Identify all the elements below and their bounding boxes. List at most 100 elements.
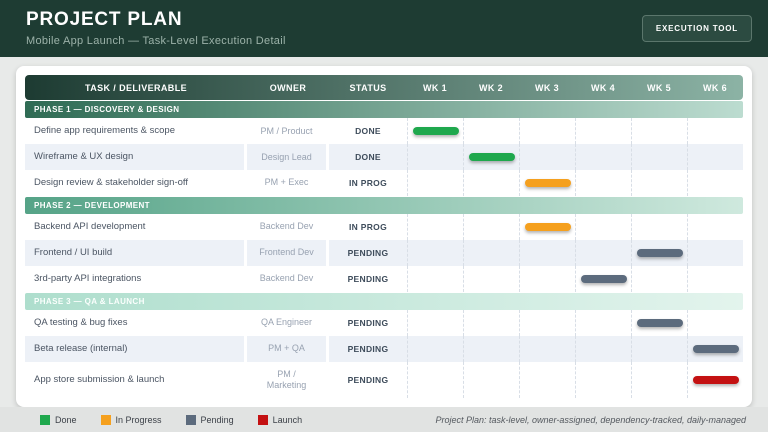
week-cell-6 xyxy=(687,169,743,196)
week-cell-4 xyxy=(575,361,631,399)
task-status: PENDING xyxy=(347,374,389,385)
week-cell-4 xyxy=(575,335,631,362)
task-name: Design review & stakeholder sign-off xyxy=(25,169,247,196)
week-cell-6 xyxy=(687,335,743,362)
legend-item-in_progress: In Progress xyxy=(100,414,162,425)
week-cell-1 xyxy=(407,361,463,399)
legend-swatch-pending xyxy=(185,414,196,425)
week-cell-5 xyxy=(631,309,687,336)
task-row: Backend API development Backend Dev IN PRO… xyxy=(25,213,743,240)
week-cell-5 xyxy=(631,335,687,362)
task-status: PENDING xyxy=(347,273,389,284)
phase-header-2: PHASE 2 — DEVELOPMENT xyxy=(25,196,743,214)
task-status: DONE xyxy=(355,125,381,136)
week-cell-3 xyxy=(519,118,575,144)
week-cell-3 xyxy=(519,213,575,240)
week-cell-6 xyxy=(687,309,743,336)
week-cell-2 xyxy=(463,118,519,144)
task-owner: PM + QA xyxy=(247,335,329,362)
week-cell-3 xyxy=(519,169,575,196)
legend-swatch-done xyxy=(40,414,50,425)
week-cell-4 xyxy=(575,118,631,144)
phase-header-3: PHASE 3 — QA & LAUNCH xyxy=(25,292,743,310)
column-header-wk-1: WK 1 xyxy=(422,82,448,93)
task-name: QA testing & bug fixes xyxy=(25,309,247,336)
week-cell-6 xyxy=(687,239,743,266)
week-cell-4 xyxy=(575,239,631,266)
column-header-wk-4: WK 4 xyxy=(590,82,616,93)
task-owner: PM + Exec xyxy=(247,169,329,196)
week-cell-6 xyxy=(687,213,743,240)
page-title: PROJECT PLAN xyxy=(26,9,183,30)
week-cell-6 xyxy=(687,265,743,292)
week-cell-2 xyxy=(463,213,519,240)
gantt-bar-in_progress xyxy=(524,178,571,187)
table-body: PHASE 1 — DISCOVERY & DESIGN Define app r… xyxy=(25,100,743,399)
column-header-status: STATUS xyxy=(349,82,387,93)
legend-swatch-launch xyxy=(257,414,268,425)
week-cell-6 xyxy=(687,361,743,399)
legend-swatch-in_progress xyxy=(100,414,111,425)
legend-label: Pending xyxy=(200,414,234,425)
task-row: Define app requirements & scope PM / Prod… xyxy=(25,118,743,144)
week-cell-4 xyxy=(575,213,631,240)
legend-label: In Progress xyxy=(115,414,162,425)
week-cell-5 xyxy=(631,169,687,196)
task-status: PENDING xyxy=(329,335,407,362)
week-cell-4 xyxy=(575,309,631,336)
week-cell-3 xyxy=(519,309,575,336)
task-row: QA testing & bug fixes QA Engineer PENDING xyxy=(25,309,743,336)
footer-bar: Done In Progress Pending Launch Project Pla… xyxy=(0,407,768,432)
week-cell-5 xyxy=(631,118,687,144)
task-name: Backend API development xyxy=(25,213,247,240)
week-cell-1 xyxy=(407,143,463,170)
task-owner: Backend Dev xyxy=(247,265,329,292)
content-card: TASK / DELIVERABLE OWNER STATUS WK 1 WK 2 WK … xyxy=(16,66,752,407)
week-cell-1 xyxy=(407,265,463,292)
task-name: Wireframe & UX design xyxy=(25,143,247,170)
execution-tool-button[interactable]: EXECUTION TOOL xyxy=(641,15,752,42)
gantt-bar-pending xyxy=(636,318,683,327)
week-cell-2 xyxy=(463,169,519,196)
gantt-bar-in_progress xyxy=(524,222,571,231)
column-header-wk-5: WK 5 xyxy=(646,82,672,93)
column-header-owner: OWNER xyxy=(269,82,307,93)
task-status: PENDING xyxy=(347,317,389,328)
week-cell-1 xyxy=(407,118,463,144)
task-name: Frontend / UI build xyxy=(25,239,247,266)
week-cell-1 xyxy=(407,335,463,362)
task-owner: PM / Marketing xyxy=(247,361,329,399)
week-cell-3 xyxy=(519,143,575,170)
project-table: TASK / DELIVERABLE OWNER STATUS WK 1 WK 2 WK … xyxy=(25,75,743,399)
column-header-wk-6: WK 6 xyxy=(702,82,728,93)
top-header: PROJECT PLAN Mobile App Launch — Task-Le… xyxy=(0,0,768,57)
task-owner: Backend Dev xyxy=(247,213,329,240)
page-subtitle: Mobile App Launch — Task-Level Execution… xyxy=(26,35,286,47)
legend: Done In Progress Pending Launch xyxy=(40,414,303,425)
task-row: Wireframe & UX design Design Lead DONE xyxy=(25,143,743,170)
column-header-wk-2: WK 2 xyxy=(478,82,504,93)
week-cell-4 xyxy=(575,169,631,196)
task-row: Beta release (internal) PM + QA PENDING xyxy=(25,335,743,362)
legend-label: Launch xyxy=(272,414,303,425)
week-cell-5 xyxy=(631,265,687,292)
gantt-bar-pending xyxy=(636,248,683,257)
task-name: Beta release (internal) xyxy=(25,335,247,362)
week-cell-6 xyxy=(687,118,743,144)
task-status: DONE xyxy=(329,143,407,170)
gantt-bar-pending xyxy=(580,274,627,283)
week-cell-6 xyxy=(687,143,743,170)
week-cell-5 xyxy=(631,213,687,240)
task-name: App store submission & launch xyxy=(25,361,247,399)
footer-note: Project Plan: task-level, owner-assigned… xyxy=(435,414,746,425)
task-status: IN PROG xyxy=(349,221,387,232)
week-cell-1 xyxy=(407,239,463,266)
task-owner: Frontend Dev xyxy=(247,239,329,266)
week-cell-3 xyxy=(519,239,575,266)
week-cell-3 xyxy=(519,361,575,399)
week-cell-2 xyxy=(463,239,519,266)
week-cell-4 xyxy=(575,265,631,292)
legend-item-pending: Pending xyxy=(185,414,234,425)
task-row: Design review & stakeholder sign-off PM +… xyxy=(25,169,743,196)
week-cell-2 xyxy=(463,143,519,170)
